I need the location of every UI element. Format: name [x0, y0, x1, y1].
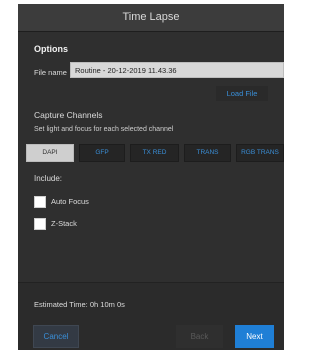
auto-focus-checkbox[interactable]: [34, 196, 46, 208]
back-button[interactable]: Back: [176, 325, 223, 348]
z-stack-checkbox[interactable]: [34, 218, 46, 230]
channel-dapi-button[interactable]: DAPI: [26, 144, 74, 162]
include-label: Include:: [34, 174, 63, 183]
dialog-title: Time Lapse: [18, 4, 284, 32]
channel-selector: DAPI GFP TX RED TRANS RGB TRANS: [26, 144, 284, 164]
options-title: Options: [34, 44, 68, 54]
capture-channels-title: Capture Channels: [34, 110, 103, 120]
load-file-button[interactable]: Load File: [216, 86, 268, 101]
channel-rgb-trans-button[interactable]: RGB TRANS: [236, 144, 284, 162]
channel-tx-red-button[interactable]: TX RED: [130, 144, 179, 162]
estimated-time: Estimated Time: 0h 10m 0s: [34, 300, 125, 309]
file-name-label: File name: [34, 68, 67, 77]
next-button[interactable]: Next: [235, 325, 274, 348]
file-name-input[interactable]: [70, 62, 284, 78]
time-lapse-dialog: Time Lapse Options File name Load File C…: [18, 4, 284, 350]
channel-trans-button[interactable]: TRANS: [184, 144, 231, 162]
channel-gfp-button[interactable]: GFP: [79, 144, 125, 162]
z-stack-label: Z-Stack: [51, 219, 77, 228]
cancel-button[interactable]: Cancel: [33, 325, 79, 348]
capture-channels-subtitle: Set light and focus for each selected ch…: [34, 126, 174, 133]
auto-focus-label: Auto Focus: [51, 197, 89, 206]
